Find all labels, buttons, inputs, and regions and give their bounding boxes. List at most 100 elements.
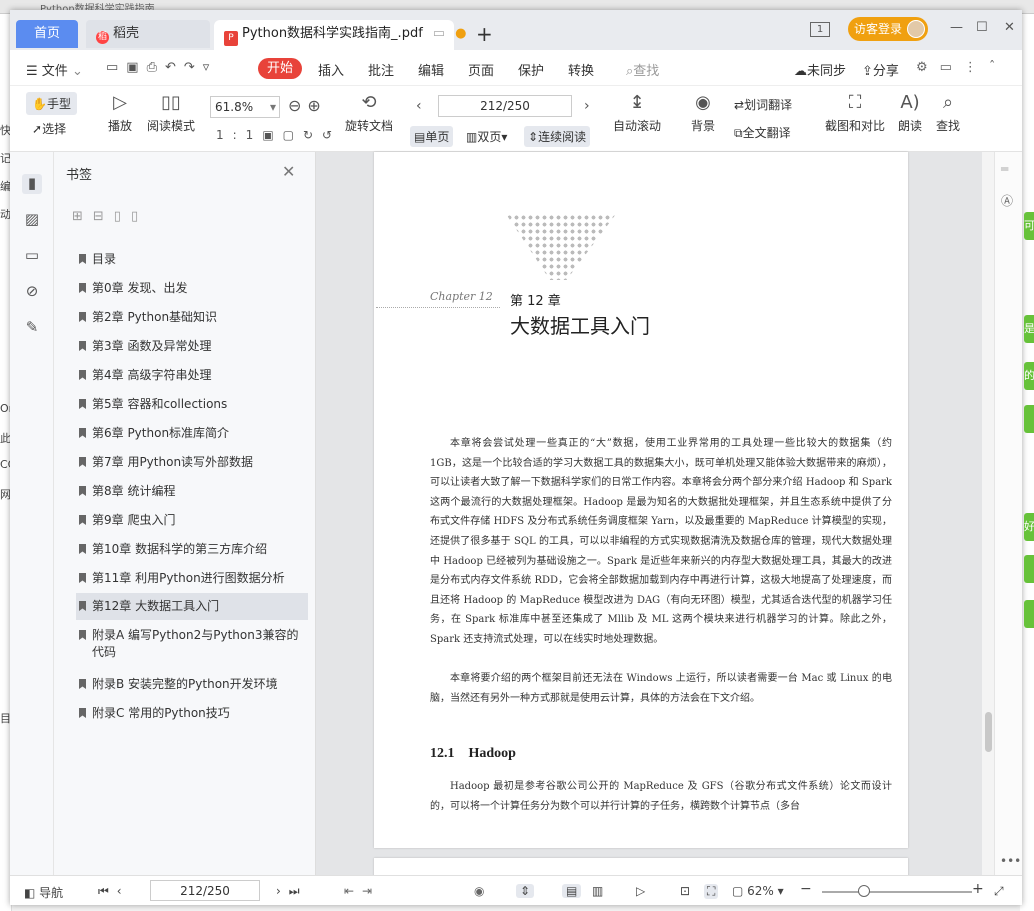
tab-home[interactable]: 首页 bbox=[16, 20, 78, 48]
fit-page-status-icon[interactable]: ⛶ bbox=[704, 884, 719, 899]
find-button[interactable]: ⌕ 查找 bbox=[934, 92, 962, 134]
menu-annotate[interactable]: 批注 bbox=[368, 60, 394, 79]
find-label: 查找 bbox=[935, 119, 960, 133]
bookmark-item[interactable]: 第11章 利用Python进行图数据分析 bbox=[76, 565, 308, 592]
tab-docer[interactable]: 稻稻壳 bbox=[86, 20, 210, 48]
login-button[interactable]: 访客登录 bbox=[848, 17, 928, 41]
word-translate-button[interactable]: ⇄划词翻译 bbox=[734, 96, 792, 113]
new-tab-button[interactable]: + bbox=[476, 22, 493, 46]
bookmark-item[interactable]: 第7章 用Python读写外部数据 bbox=[76, 449, 308, 476]
menu-search[interactable]: ⌕查找 bbox=[626, 60, 659, 79]
bookmark-panel-icon[interactable]: ▮ bbox=[22, 174, 42, 194]
hand-tool-button[interactable]: ✋手型 bbox=[26, 92, 77, 115]
minimize-button[interactable]: — bbox=[950, 20, 963, 35]
scrollbar-thumb[interactable] bbox=[985, 712, 992, 752]
zoom-select[interactable]: 61.8% ▾ bbox=[210, 96, 280, 118]
thumbnail-icon[interactable]: ▨ bbox=[22, 210, 42, 230]
menu-edit[interactable]: 编辑 bbox=[418, 60, 444, 79]
bookmark-label: 目录 bbox=[92, 252, 117, 266]
page-view-indicator[interactable]: 1 bbox=[810, 22, 830, 37]
attachment-icon[interactable]: ⊘ bbox=[22, 282, 42, 302]
menu-right-icons[interactable]: ⚙▭⋮ˆ bbox=[916, 60, 1007, 75]
menu-page[interactable]: 页面 bbox=[468, 60, 494, 79]
zoom-out-button[interactable]: − bbox=[800, 881, 812, 897]
bookmark-item[interactable]: 第6章 Python标准库简介 bbox=[76, 420, 308, 447]
read-aloud-button[interactable]: A) 朗读 bbox=[896, 92, 924, 134]
zoom-buttons[interactable]: ⊖⊕ bbox=[288, 96, 327, 115]
toolbar: ✋手型 ➚选择 ▷ 播放 ▯▯ 阅读模式 61.8% ▾ ⊖⊕ 1:1▣▢↻↺ ⟲ 旋转… bbox=[10, 86, 1022, 152]
screenshot-label: 截图和对比 bbox=[824, 119, 885, 133]
file-menu[interactable]: ☰ 文件 ⌄ bbox=[26, 60, 83, 79]
bookmark-item[interactable]: 第8章 统计编程 bbox=[76, 478, 308, 505]
vertical-scrollbar[interactable] bbox=[982, 152, 994, 875]
eye-protect-icon[interactable]: ◉ bbox=[474, 884, 484, 898]
tab-docer-label: 稻壳 bbox=[113, 26, 140, 41]
screenshot-compare-button[interactable]: ⛶ 截图和对比 bbox=[824, 92, 886, 134]
bookmark-item[interactable]: 第12章 大数据工具入门 bbox=[76, 593, 308, 620]
fullscreen-icon[interactable]: ⤢ bbox=[994, 884, 1004, 899]
signature-icon[interactable]: ✎ bbox=[22, 318, 42, 338]
document-viewer[interactable]: Chapter 12 第 12 章 大数据工具入门 本章将会尝试处理一些真正的“… bbox=[316, 152, 982, 888]
prev-page-button[interactable]: ‹ bbox=[416, 98, 422, 114]
play-button[interactable]: ▷ 播放 bbox=[106, 92, 134, 134]
double-status-icon[interactable]: ▥ bbox=[592, 884, 603, 898]
bookmark-item[interactable]: 第5章 容器和collections bbox=[76, 391, 308, 418]
next-page-button[interactable]: › bbox=[584, 98, 590, 114]
menu-start-tab[interactable]: 开始 bbox=[258, 58, 302, 79]
bookmark-tools[interactable]: ⊞⊟▯▯ bbox=[72, 209, 148, 224]
continuous-read-button[interactable]: ⇕连续阅读 bbox=[524, 126, 591, 147]
select-tool-button[interactable]: ➚选择 bbox=[32, 120, 66, 137]
history-buttons[interactable]: ⇤⇥ bbox=[344, 884, 380, 898]
drag-handle-icon[interactable]: ═ bbox=[1001, 162, 1008, 176]
full-translate-button[interactable]: ⧉全文翻译 bbox=[734, 124, 791, 141]
bookmark-item[interactable]: 第9章 爬虫入门 bbox=[76, 507, 308, 534]
status-page-input[interactable]: 212/250 bbox=[150, 880, 260, 901]
sync-status[interactable]: ☁未同步 bbox=[794, 60, 846, 79]
background-button[interactable]: ◉ 背景 bbox=[686, 92, 720, 134]
play-status-icon[interactable]: ▷ bbox=[636, 884, 645, 898]
bookmark-item[interactable]: 第0章 发现、出发 bbox=[76, 275, 308, 302]
bookmark-item[interactable]: 附录C 常用的Python技巧 bbox=[76, 700, 308, 727]
zoom-slider[interactable] bbox=[822, 891, 972, 893]
maximize-button[interactable]: ☐ bbox=[976, 20, 988, 35]
bookmark-item[interactable]: 第2章 Python基础知识 bbox=[76, 304, 308, 331]
reading-mode-button[interactable]: ▯▯ 阅读模式 bbox=[146, 92, 196, 134]
view-fit-buttons[interactable]: 1:1▣▢↻↺ bbox=[216, 128, 341, 142]
quick-access-icons[interactable]: ▭▣⎙↶↷▿ bbox=[106, 60, 217, 75]
actual-size-button[interactable]: 1:1 bbox=[216, 128, 262, 142]
page-number-input[interactable]: 212/250 bbox=[438, 95, 572, 117]
actual-size-status-icon[interactable]: ⊡ bbox=[680, 884, 690, 898]
more-icon[interactable]: ••• bbox=[1000, 854, 1021, 868]
share-button[interactable]: ⇪分享 bbox=[862, 60, 899, 79]
close-icon[interactable]: ✕ bbox=[282, 162, 295, 181]
zoom-status[interactable]: ▢ 62% ▾ bbox=[732, 884, 784, 898]
rotate-document-button[interactable]: ⟲ 旋转文档 bbox=[342, 92, 396, 134]
first-prev-buttons[interactable]: ⏮‹ bbox=[98, 884, 130, 899]
next-last-buttons[interactable]: ›⏭ bbox=[276, 884, 308, 899]
bookmark-item[interactable]: 附录A 编写Python2与Python3兼容的代码 bbox=[76, 622, 308, 666]
zoom-slider-knob[interactable] bbox=[858, 885, 870, 897]
zoom-in-button[interactable]: + bbox=[972, 881, 984, 897]
menu-protect[interactable]: 保护 bbox=[518, 60, 544, 79]
tab-pdf-document[interactable]: P Python数据科学实践指南_.pdf ▭ ● bbox=[214, 20, 466, 50]
single-status-icon[interactable]: ▤ bbox=[562, 884, 582, 898]
continuous-status-icon[interactable]: ⇕ bbox=[516, 884, 535, 898]
nav-button[interactable]: ◧ 导航 bbox=[24, 884, 63, 901]
menu-convert[interactable]: 转换 bbox=[568, 60, 594, 79]
tab-cloud-icon[interactable]: ▭ bbox=[433, 26, 445, 41]
close-window-button[interactable]: ✕ bbox=[1004, 20, 1015, 35]
double-page-button[interactable]: ▥双页▾ bbox=[466, 128, 507, 145]
auto-scroll-button[interactable]: ↨ 自动滚动 bbox=[610, 92, 664, 134]
bookmark-item[interactable]: 附录B 安装完整的Python开发环境 bbox=[76, 671, 308, 698]
bookmark-item[interactable]: 第4章 高级字符串处理 bbox=[76, 362, 308, 389]
bookmark-item[interactable]: 目录 bbox=[76, 246, 308, 273]
reading-mode-label: 阅读模式 bbox=[146, 119, 195, 133]
single-page-button[interactable]: ▤单页 bbox=[410, 126, 454, 147]
background-label: 背景 bbox=[690, 119, 715, 133]
comment-icon[interactable]: ▭ bbox=[22, 246, 42, 266]
search-text-icon[interactable]: Ⓐ bbox=[1001, 192, 1013, 209]
bookmark-item[interactable]: 第3章 函数及异常处理 bbox=[76, 333, 308, 360]
menu-insert[interactable]: 插入 bbox=[318, 60, 344, 79]
bookmark-item[interactable]: 第10章 数据科学的第三方库介绍 bbox=[76, 536, 308, 563]
title-bar: 首页 稻稻壳 P Python数据科学实践指南_.pdf ▭ ● + 1 访客登录 —… bbox=[10, 10, 1022, 50]
